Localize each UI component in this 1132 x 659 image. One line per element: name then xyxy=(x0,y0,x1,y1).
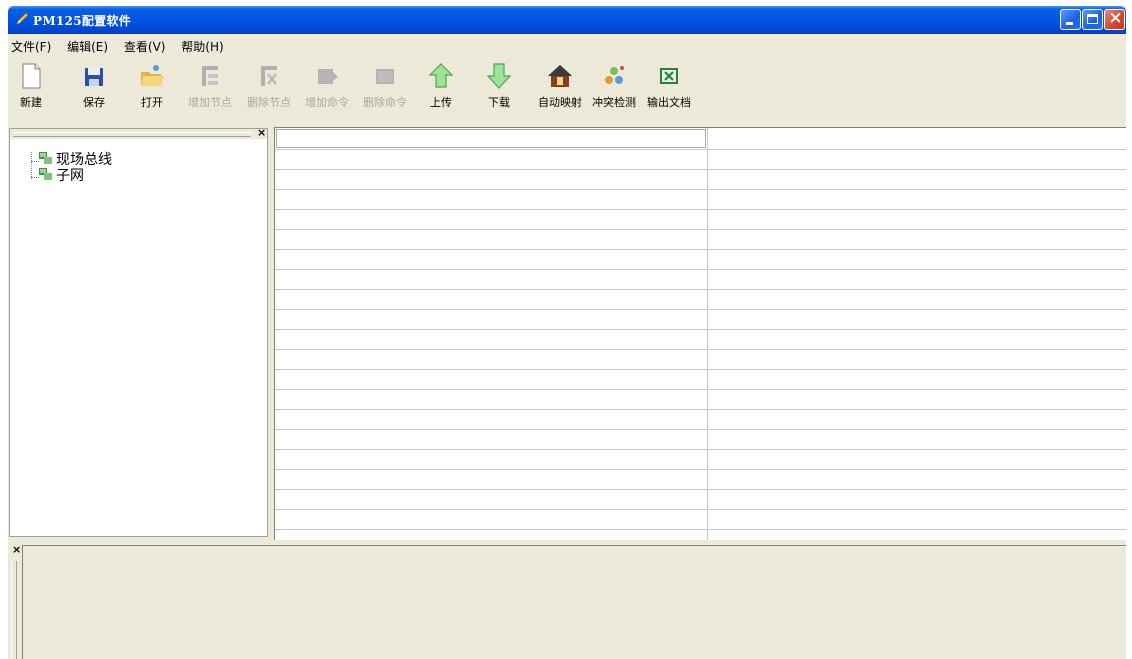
minimize-icon xyxy=(1066,22,1073,25)
open-button[interactable]: 打开 xyxy=(135,62,169,110)
maximize-button[interactable] xyxy=(1082,9,1103,30)
delete-node-icon xyxy=(261,66,277,86)
excel-icon xyxy=(660,68,678,84)
close-button[interactable]: × xyxy=(1104,8,1125,30)
output-panel-content[interactable] xyxy=(22,545,1126,659)
auto-map-button[interactable]: 自动映射 xyxy=(535,62,585,110)
main-window: PM125配置软件 × 文件(F) 编辑(E) 查看(V) 帮助(H) 新建 保… xyxy=(8,6,1126,659)
tree-item-label: 子网 xyxy=(56,168,84,184)
add-command-icon xyxy=(318,69,338,84)
panel-grip[interactable] xyxy=(11,561,17,659)
output-panel: × xyxy=(8,541,1126,659)
delete-command-button[interactable]: 删除命令 xyxy=(357,62,413,110)
auto-map-label: 自动映射 xyxy=(538,96,582,109)
upload-label: 上传 xyxy=(430,96,452,109)
tree-panel-header[interactable]: × xyxy=(10,126,267,139)
maximize-icon xyxy=(1087,14,1098,24)
save-label: 保存 xyxy=(83,96,105,109)
close-icon: × xyxy=(1108,8,1123,28)
network-node-icon xyxy=(39,168,52,180)
add-node-label: 增加节点 xyxy=(188,96,232,109)
menu-bar: 文件(F) 编辑(E) 查看(V) 帮助(H) xyxy=(8,36,1126,56)
delete-node-button[interactable]: 删除节点 xyxy=(241,62,297,110)
data-grid[interactable] xyxy=(274,127,1126,540)
add-command-button[interactable]: 增加命令 xyxy=(299,62,355,110)
download-arrow-icon xyxy=(486,63,512,89)
delete-command-icon xyxy=(376,69,394,84)
tree-panel: × 现场总线 子网 xyxy=(9,126,268,537)
output-panel-close-button[interactable]: × xyxy=(12,543,21,556)
add-command-label: 增加命令 xyxy=(305,96,349,109)
download-button[interactable]: 下载 xyxy=(482,62,516,110)
menu-view[interactable]: 查看(V) xyxy=(120,36,174,55)
new-label: 新建 xyxy=(20,96,42,109)
panel-grip[interactable] xyxy=(13,132,251,137)
pencil-icon xyxy=(16,12,29,25)
new-button[interactable]: 新建 xyxy=(14,62,48,110)
grid-lines xyxy=(275,128,1126,540)
menu-file[interactable]: 文件(F) xyxy=(8,36,59,55)
toolbar: 新建 保存 打开 增加节点 删除节点 增加命令 删除命令 上传 下载 自动映射 … xyxy=(8,58,1126,124)
save-button[interactable]: 保存 xyxy=(77,62,111,110)
new-file-icon xyxy=(22,63,41,89)
menu-edit[interactable]: 编辑(E) xyxy=(63,36,116,55)
house-icon xyxy=(548,65,572,87)
tree-panel-close-button[interactable]: × xyxy=(257,126,266,139)
conflict-check-button[interactable]: 冲突检测 xyxy=(589,62,639,110)
upload-arrow-icon xyxy=(428,63,454,88)
add-node-icon xyxy=(202,66,218,86)
minimize-button[interactable] xyxy=(1060,9,1081,30)
network-node-icon xyxy=(39,152,52,164)
download-label: 下载 xyxy=(488,96,510,109)
delete-node-label: 删除节点 xyxy=(247,96,291,109)
export-doc-button[interactable]: 输出文档 xyxy=(644,62,694,110)
export-doc-label: 输出文档 xyxy=(647,96,691,109)
open-folder-icon xyxy=(141,65,164,86)
conflict-check-label: 冲突检测 xyxy=(592,96,636,109)
save-icon xyxy=(85,68,103,86)
title-bar[interactable]: PM125配置软件 × xyxy=(8,6,1126,34)
window-title: PM125配置软件 xyxy=(33,14,132,28)
menu-help[interactable]: 帮助(H) xyxy=(177,36,231,55)
grid-focus-cell xyxy=(276,129,706,148)
open-label: 打开 xyxy=(141,96,163,109)
delete-command-label: 删除命令 xyxy=(363,96,407,109)
tree-connector-line xyxy=(31,152,32,179)
conflict-check-icon xyxy=(605,66,624,84)
add-node-button[interactable]: 增加节点 xyxy=(182,62,238,110)
upload-button[interactable]: 上传 xyxy=(424,62,458,110)
